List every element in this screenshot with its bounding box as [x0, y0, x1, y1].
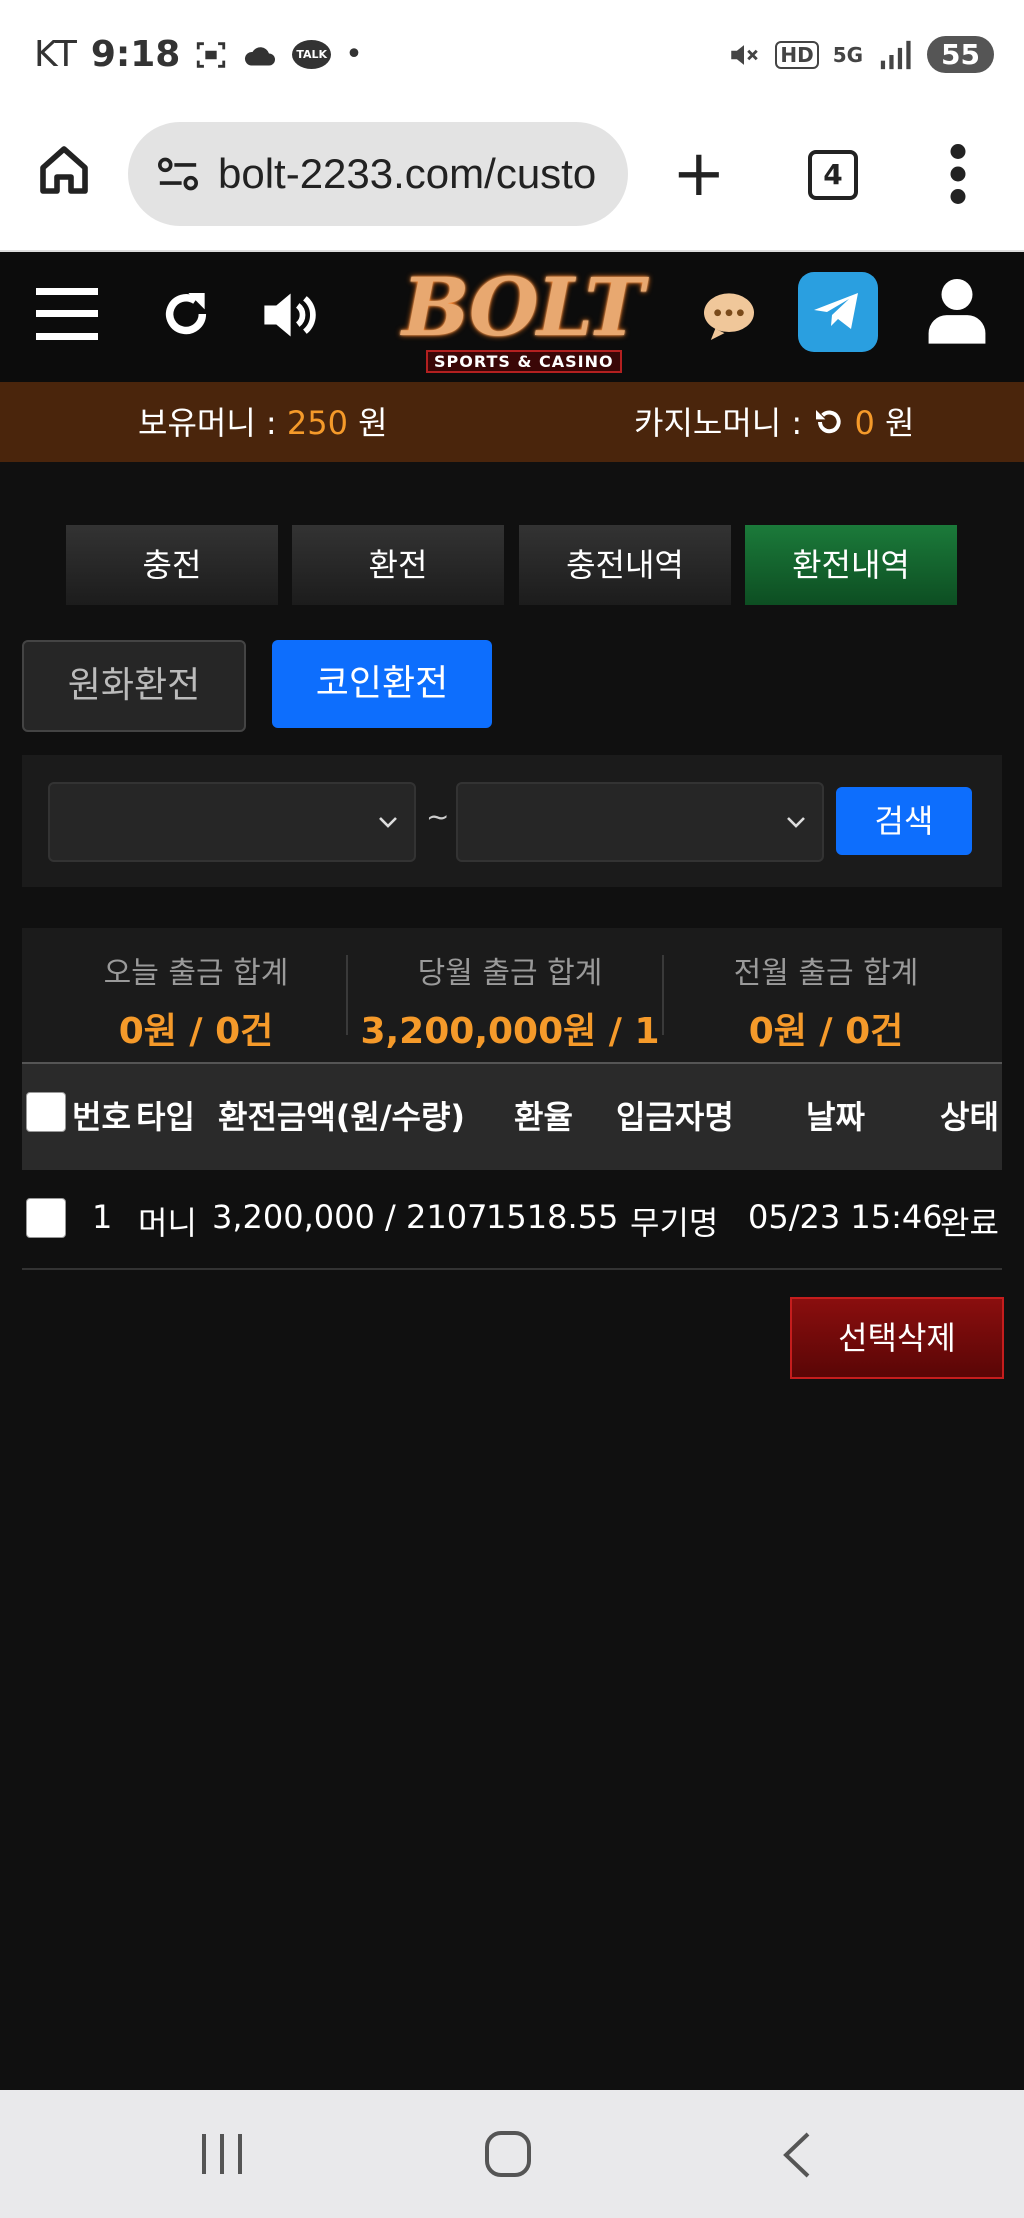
- home-nav-icon[interactable]: [484, 2130, 532, 2178]
- status-right: HD 5G 55: [727, 36, 994, 73]
- header-type: 타입: [136, 1098, 195, 1136]
- cell-type: 머니: [138, 1204, 197, 1242]
- network-5g-icon: 5G: [832, 42, 864, 67]
- summary-label: 당월 출금 합계: [417, 956, 603, 991]
- clock: 9:18: [90, 34, 181, 75]
- bolt-logo[interactable]: BOLT SPORTS & CASINO: [386, 252, 644, 380]
- tab-switcher-button[interactable]: 4: [808, 150, 858, 200]
- carrier-label: KT: [34, 34, 77, 75]
- hd-icon: HD: [775, 40, 819, 69]
- header-number: 번호: [72, 1098, 131, 1136]
- address-bar[interactable]: bolt-2233.com/custo: [128, 122, 628, 226]
- header-rate: 환율: [514, 1098, 573, 1136]
- row-checkbox[interactable]: [26, 1198, 66, 1238]
- signal-icon: [880, 40, 911, 69]
- cell-amount: 3,200,000 / 2107: [212, 1198, 488, 1236]
- header-date: 날짜: [806, 1098, 865, 1136]
- recent-apps-icon[interactable]: [200, 2130, 244, 2178]
- money-balance: 보유머니 : 250 원: [138, 398, 388, 444]
- start-date-select[interactable]: [48, 782, 416, 862]
- url-text: bolt-2233.com/custo: [218, 150, 597, 197]
- screenshot-icon: [197, 41, 226, 68]
- summary-value: 0원 / 0건: [118, 1011, 274, 1052]
- sound-icon[interactable]: [262, 288, 324, 342]
- summary-label: 오늘 출금 합계: [103, 956, 289, 991]
- notification-dot-icon: •: [345, 37, 363, 72]
- casino-balance: 카지노머니 : 0 원: [634, 398, 914, 444]
- header-amount: 환전금액(원/수량): [218, 1098, 466, 1136]
- cell-depositor: 무기명: [630, 1204, 719, 1242]
- summary-label: 전월 출금 합계: [733, 956, 919, 991]
- money-unit: 원: [358, 404, 388, 442]
- home-icon[interactable]: [36, 142, 92, 198]
- chevron-down-icon: [379, 817, 397, 828]
- subtab-coin-withdraw[interactable]: 코인환전: [272, 640, 492, 728]
- date-separator: ~: [426, 800, 450, 833]
- chat-icon[interactable]: [700, 290, 758, 340]
- refresh-icon[interactable]: [158, 284, 214, 344]
- cloud-icon: [245, 46, 276, 65]
- divider: [346, 955, 348, 1035]
- select-all-checkbox[interactable]: [26, 1092, 66, 1132]
- search-button[interactable]: 검색: [836, 787, 972, 855]
- casino-refresh-icon[interactable]: [812, 406, 844, 438]
- tab-withdraw-history[interactable]: 환전내역: [745, 525, 957, 605]
- logo-subtitle: SPORTS & CASINO: [426, 350, 622, 373]
- tab-deposit[interactable]: 충전: [66, 525, 278, 605]
- user-profile-icon[interactable]: [926, 276, 988, 344]
- mute-icon: [731, 44, 759, 65]
- end-date-select[interactable]: [456, 782, 824, 862]
- cell-date: 05/23 15:46: [748, 1198, 943, 1236]
- summary-value: 0원 / 0건: [748, 1011, 904, 1052]
- money-label: 보유머니 :: [138, 404, 277, 442]
- logo-text: BOLT: [402, 260, 644, 354]
- header-status: 상태: [940, 1098, 999, 1136]
- delete-selected-button[interactable]: 선택삭제: [790, 1297, 1004, 1379]
- site-settings-icon[interactable]: [156, 154, 200, 194]
- summary-today: 오늘 출금 합계 0원 / 0건: [46, 948, 346, 1054]
- tab-deposit-history[interactable]: 충전내역: [519, 525, 731, 605]
- money-value: 250: [286, 404, 348, 442]
- chevron-down-icon: [787, 817, 805, 828]
- new-tab-button[interactable]: +: [672, 142, 726, 206]
- more-menu-icon[interactable]: [946, 144, 970, 204]
- summary-last-month: 전월 출금 합계 0원 / 0건: [676, 948, 976, 1054]
- tab-withdraw[interactable]: 환전: [292, 525, 504, 605]
- telegram-icon[interactable]: [798, 272, 878, 352]
- cell-number: 1: [92, 1198, 113, 1236]
- cell-rate: 1518.55: [486, 1198, 619, 1236]
- subtab-krw-withdraw[interactable]: 원화환전: [22, 640, 246, 732]
- hamburger-menu-icon[interactable]: [36, 286, 98, 342]
- battery-icon: 55: [927, 36, 994, 73]
- header-depositor: 입금자명: [616, 1098, 734, 1136]
- status-left: KT 9:18 TALK •: [34, 34, 363, 75]
- talk-icon: TALK: [292, 40, 332, 69]
- back-icon[interactable]: [780, 2130, 814, 2180]
- divider: [662, 955, 664, 1035]
- casino-value: 0: [854, 404, 875, 442]
- cell-status: 완료: [940, 1204, 999, 1242]
- casino-label: 카지노머니 :: [634, 404, 803, 442]
- row-divider: [22, 1268, 1002, 1270]
- casino-unit: 원: [885, 404, 915, 442]
